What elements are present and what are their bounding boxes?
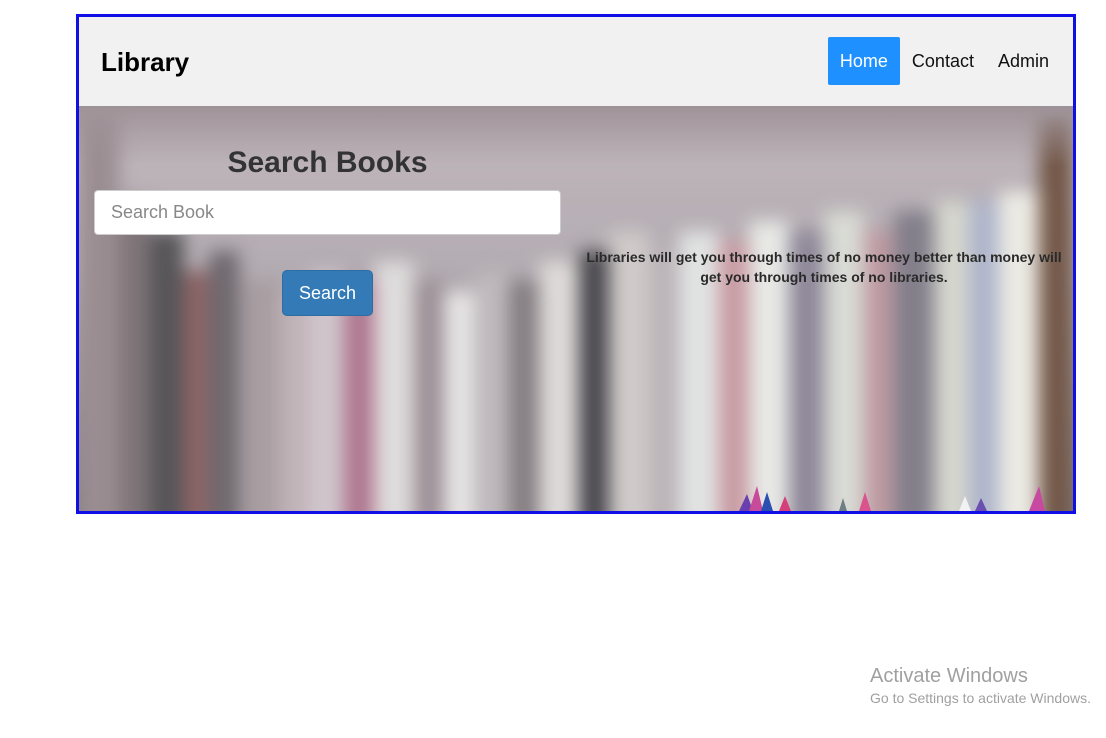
activate-windows-watermark: Activate Windows Go to Settings to activ… [870, 664, 1091, 708]
nav-link-contact[interactable]: Contact [900, 37, 986, 85]
flowers-decoration [739, 486, 1045, 511]
hero-section: Search Books Search Libraries will get y… [79, 106, 1073, 511]
page-frame: Library Home Contact Admin Search Books … [76, 14, 1076, 514]
nav-link-admin[interactable]: Admin [986, 37, 1061, 85]
search-button[interactable]: Search [282, 270, 373, 316]
watermark-subtitle: Go to Settings to activate Windows. [870, 690, 1091, 706]
watermark-title: Activate Windows [870, 665, 1028, 687]
search-input[interactable] [94, 190, 561, 235]
nav-links: Home Contact Admin [827, 37, 1061, 85]
brand-logo[interactable]: Library [101, 47, 189, 77]
library-quote: Libraries will get you through times of … [586, 249, 1062, 285]
search-title: Search Books [227, 146, 428, 179]
navbar: Library Home Contact Admin [79, 17, 1073, 106]
nav-link-home[interactable]: Home [827, 37, 900, 85]
